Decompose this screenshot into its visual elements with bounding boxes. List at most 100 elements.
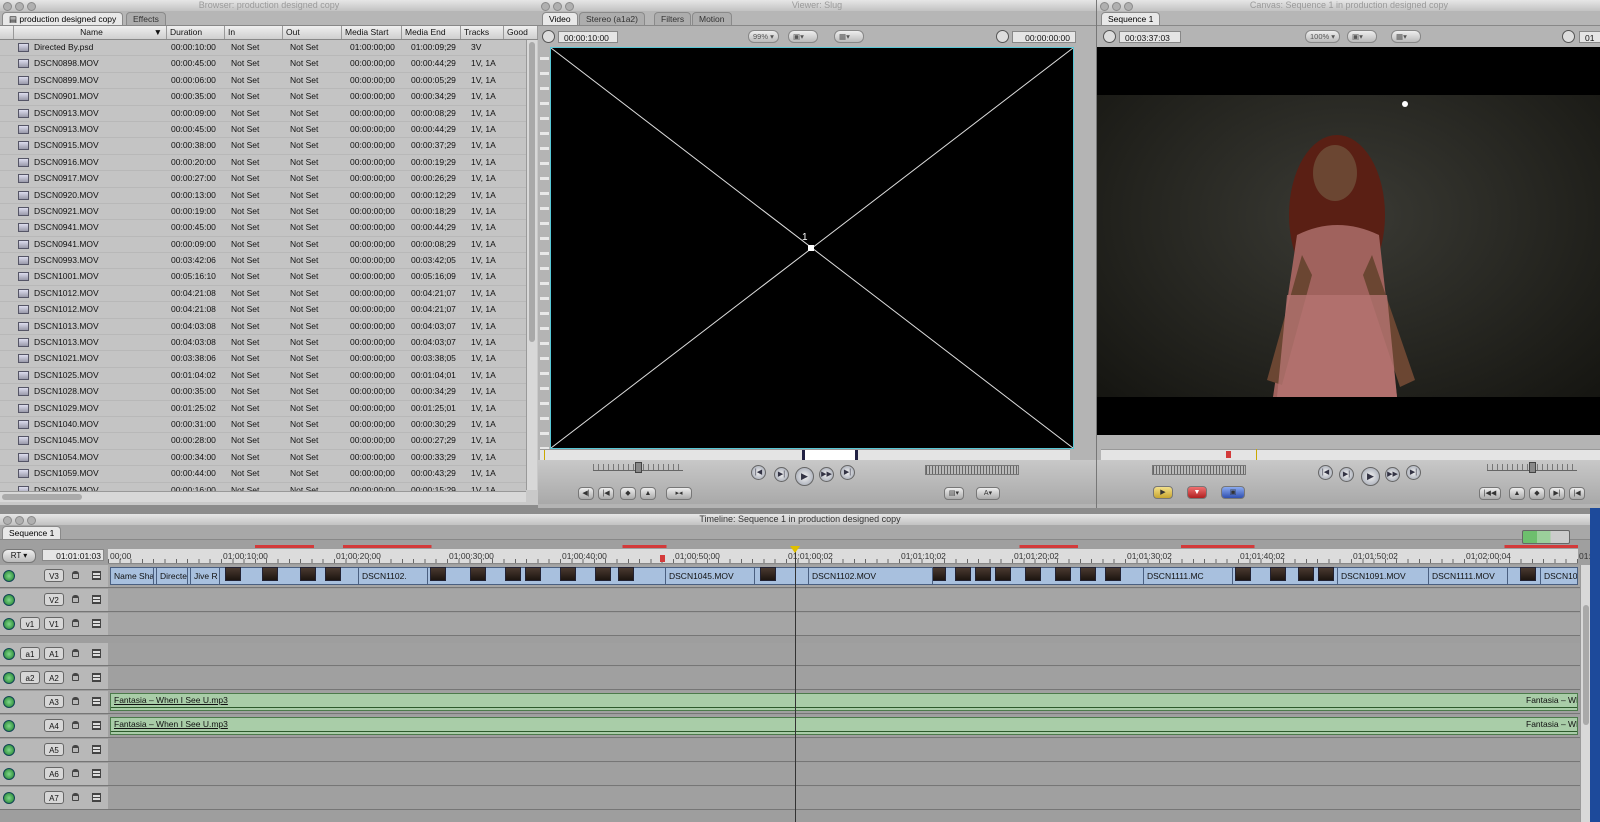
timeline-playhead[interactable] [795, 549, 796, 822]
add-marker-button[interactable]: ▲ [1509, 487, 1525, 500]
play-in-to-out-button[interactable]: ▶| [774, 467, 789, 482]
shuttle-knob[interactable] [1529, 462, 1536, 473]
timeline-ruler[interactable]: 00;00 01:00:10;00 01:00:20;00 01:00:30;00 01… [108, 549, 1600, 564]
mark-out-button[interactable]: |◀ [1569, 487, 1585, 500]
video-clip[interactable]: DSCN109 [1540, 567, 1578, 585]
viewer-jog-control[interactable] [925, 465, 1019, 475]
ruler-marker-icon[interactable] [660, 555, 665, 562]
track-a2[interactable]: a2 A2 [0, 667, 1580, 690]
play-button[interactable]: ▶ [795, 467, 814, 486]
insert-edit-button[interactable]: ▶ [1153, 486, 1173, 499]
browser-row[interactable]: DSCN0921.MOV 00:00:19:00 Not Set Not Set 00:… [0, 204, 526, 221]
play-around-button[interactable]: ▶▶ [819, 467, 834, 482]
browser-row[interactable]: DSCN0941.MOV 00:00:45:00 Not Set Not Set 00:… [0, 220, 526, 237]
video-clip[interactable]: Directe [156, 567, 188, 585]
audio-clip[interactable]: Fantasia – When I See U.mp3 Fantasia – Wh [110, 717, 1578, 735]
browser-row[interactable]: DSCN1025.MOV 00:01:04:02 Not Set Not Set 00:… [0, 368, 526, 385]
viewer-duration-field[interactable]: 00:00:10:00 [558, 31, 618, 43]
canvas-zoom-popup[interactable]: 100% ▾ [1305, 30, 1341, 43]
canvas-current-time-field[interactable]: 01 [1579, 31, 1600, 43]
video-clip[interactable]: Jive R [190, 567, 220, 585]
timeline-top-right-buttons[interactable] [1522, 530, 1570, 544]
browser-row[interactable]: DSCN0941.MOV 00:00:09:00 Not Set Not Set 00:… [0, 237, 526, 254]
mark-in-out-button[interactable]: ▸◂ [666, 487, 692, 500]
mark-clip-button[interactable]: |◀◀ [1479, 487, 1501, 500]
video-clip[interactable]: DSCN1102.MOV [808, 567, 933, 585]
browser-row[interactable]: DSCN1028.MOV 00:00:35:00 Not Set Not Set 00:… [0, 384, 526, 401]
browser-row[interactable]: DSCN1013.MOV 00:04:03:08 Not Set Not Set 00:… [0, 335, 526, 352]
shuttle-knob[interactable] [635, 462, 642, 473]
canvas-shuttle-slider[interactable] [1487, 462, 1577, 473]
match-frame-button[interactable]: ◀| [578, 487, 594, 500]
track-visibility-icon[interactable] [3, 570, 15, 582]
track-visibility-icon[interactable] [3, 720, 15, 732]
scroll-thumb[interactable] [529, 42, 535, 342]
timeline-timecode-field[interactable]: 01:01:01:03 [42, 549, 104, 561]
column-media-end[interactable]: Media End [402, 26, 461, 39]
go-to-prev-edit-button[interactable]: |◀ [751, 465, 766, 480]
track-visibility-icon[interactable] [3, 696, 15, 708]
browser-row[interactable]: DSCN0899.MOV 00:00:06:00 Not Set Not Set 00:… [0, 73, 526, 90]
browser-hscrollbar[interactable] [0, 491, 526, 502]
video-clip[interactable]: DSCN1102. [358, 567, 428, 585]
viewer-overlay-popup[interactable]: ▦▾ [834, 30, 864, 43]
video-clip[interactable]: Name Shar [110, 567, 154, 585]
lock-icon[interactable] [72, 745, 79, 753]
tab-project[interactable]: ▤ production designed copy [2, 12, 124, 25]
viewer-current-time-field[interactable]: 00:00:00:00 [1012, 31, 1076, 43]
column-tracks[interactable]: Tracks [461, 26, 504, 39]
canvas-duration-field[interactable]: 00:03:37:03 [1119, 31, 1181, 43]
destination-control[interactable]: A1 [44, 647, 64, 660]
add-keyframe-button[interactable]: ◆ [620, 487, 636, 500]
browser-scrollbar[interactable] [526, 40, 537, 490]
browser-list[interactable]: Directed By.psd 00:00:10:00 Not Set Not Set… [0, 40, 526, 502]
browser-row[interactable]: DSCN1021.MOV 00:03:38:06 Not Set Not Set 00:… [0, 351, 526, 368]
track-visibility-icon[interactable] [3, 672, 15, 684]
auto-select-icon[interactable] [92, 697, 101, 706]
destination-control[interactable]: A6 [44, 767, 64, 780]
replace-edit-button[interactable]: ▣ [1221, 486, 1245, 499]
browser-row[interactable]: DSCN0901.MOV 00:00:35:00 Not Set Not Set 00:… [0, 89, 526, 106]
track-visibility-icon[interactable] [3, 744, 15, 756]
destination-control[interactable]: V2 [44, 593, 64, 606]
browser-row[interactable]: DSCN1013.MOV 00:04:03:08 Not Set Not Set 00:… [0, 319, 526, 336]
column-out[interactable]: Out [283, 26, 342, 39]
lock-icon[interactable] [72, 697, 79, 705]
track-visibility-icon[interactable] [3, 768, 15, 780]
track-a6[interactable]: A6 [0, 763, 1580, 786]
lock-icon[interactable] [72, 673, 79, 681]
window-controls[interactable] [3, 516, 36, 525]
track-v2[interactable]: V2 [0, 589, 1580, 612]
play-button[interactable]: ▶ [1361, 467, 1380, 486]
destination-control[interactable]: V1 [44, 617, 64, 630]
browser-row[interactable]: DSCN1012.MOV 00:04:21:08 Not Set Not Set 00:… [0, 286, 526, 303]
tab-sequence-1[interactable]: Sequence 1 [1101, 12, 1161, 25]
tab-motion[interactable]: Motion [692, 12, 732, 25]
tab-effects[interactable]: Effects [126, 12, 166, 25]
track-visibility-icon[interactable] [3, 594, 15, 606]
browser-row[interactable]: DSCN0913.MOV 00:00:09:00 Not Set Not Set 00:… [0, 106, 526, 122]
source-control[interactable]: a1 [20, 647, 40, 660]
lock-icon[interactable] [72, 619, 79, 627]
browser-row[interactable]: DSCN0898.MOV 00:00:45:00 Not Set Not Set 00:… [0, 56, 526, 73]
lock-icon[interactable] [72, 793, 79, 801]
viewer-view-popup[interactable]: ▣▾ [788, 30, 818, 43]
canvas-playhead-icon[interactable] [1256, 449, 1257, 460]
tab-filters[interactable]: Filters [654, 12, 692, 25]
play-in-to-out-button[interactable]: ▶| [1339, 467, 1354, 482]
lock-icon[interactable] [72, 571, 79, 579]
column-media-start[interactable]: Media Start [342, 26, 402, 39]
rt-popup[interactable]: RT ▾ [2, 549, 36, 563]
auto-select-icon[interactable] [92, 571, 101, 580]
browser-row[interactable]: DSCN0915.MOV 00:00:38:00 Not Set Not Set 00:… [0, 138, 526, 155]
auto-select-icon[interactable] [92, 619, 101, 628]
browser-row[interactable]: DSCN0913.MOV 00:00:45:00 Not Set Not Set 00:… [0, 122, 526, 139]
track-a7[interactable]: A7 [0, 787, 1580, 810]
auto-select-icon[interactable] [92, 769, 101, 778]
browser-row[interactable]: DSCN0993.MOV 00:03:42:06 Not Set Not Set 00:… [0, 253, 526, 270]
go-to-prev-edit-button[interactable]: |◀ [1318, 465, 1333, 480]
tab-stereo[interactable]: Stereo (a1a2) [579, 12, 645, 25]
destination-control[interactable]: A4 [44, 719, 64, 732]
browser-row[interactable]: DSCN0917.MOV 00:00:27:00 Not Set Not Set 00:… [0, 171, 526, 188]
viewer-in-out-range[interactable] [802, 450, 858, 460]
